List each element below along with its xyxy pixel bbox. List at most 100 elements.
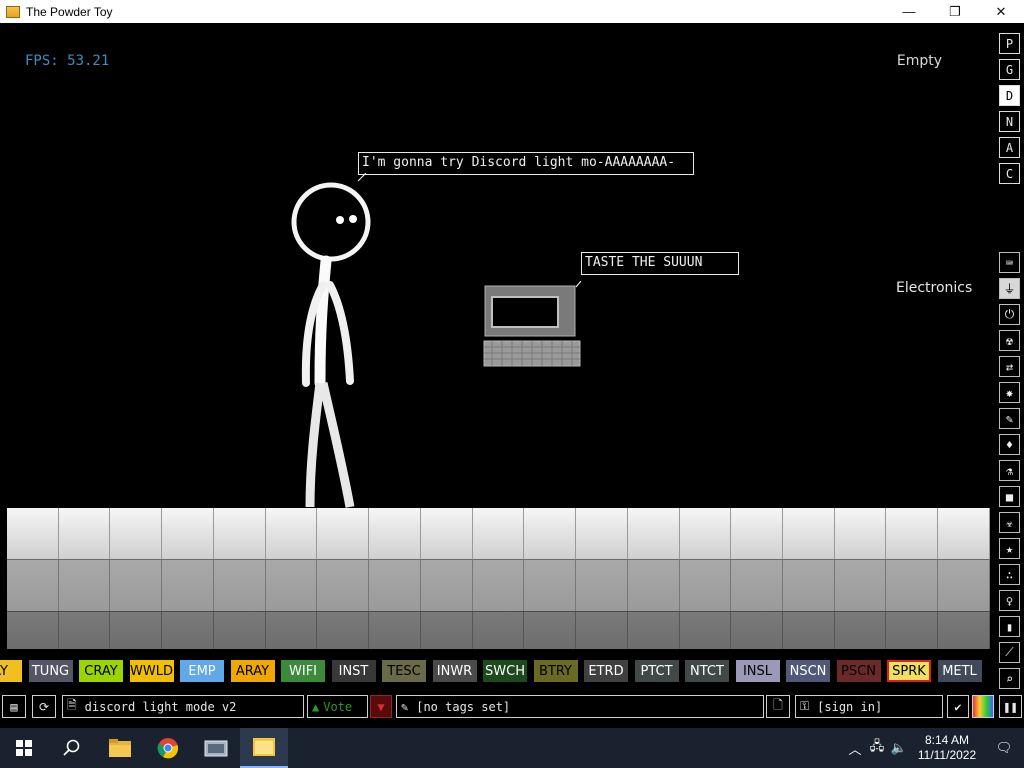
mode-button-g[interactable]: G [999,59,1020,80]
element-button-ntct[interactable]: NTCT [685,660,729,682]
category-button-wand[interactable]: ⟋ [999,642,1020,663]
particles-icon: ∴ [1005,567,1014,582]
settings-button[interactable]: ✔ [947,695,969,718]
brick [420,508,473,559]
brick [679,508,732,559]
category-button-star[interactable]: ★ [999,538,1020,559]
category-button-drop[interactable]: ♦ [999,434,1020,455]
reload-button[interactable]: ⟳ [32,695,56,718]
brick [886,508,939,559]
windows-taskbar: ︿ 🖧 🔈 8:14 AM 11/11/2022 🗨 [0,728,1024,768]
tags-button[interactable]: ✎ [no tags set] [396,695,764,718]
checkmark-icon: ✔ [954,699,962,714]
brick [834,611,887,649]
mode-button-p[interactable]: P [999,33,1020,54]
category-button-arrows[interactable]: ⇄ [999,356,1020,377]
chrome-button[interactable] [144,728,192,768]
sign-text-2[interactable]: TASTE THE SUUUN [581,252,739,275]
category-button-keyboard[interactable]: ⌨ [999,252,1020,273]
volume-icon[interactable]: 🔈 [888,740,910,756]
element-bar: AY TUNG CRAY WWLD EMP ARAY WIFI INST TESC INWR SWC… [0,660,995,683]
simulation-canvas[interactable]: FPS: 53.21 Empty Electronics I'm gonna t… [0,23,995,655]
maximize-button[interactable]: ❐ [932,0,978,23]
vote-down-button[interactable]: ▼ [370,695,392,718]
category-button-flask[interactable]: ⚗ [999,460,1020,481]
vote-up-button[interactable]: ▲ Vote [307,695,368,718]
powder-toy-taskbar-button[interactable] [240,728,288,768]
element-button-tesc[interactable]: TESC [382,660,426,682]
start-button[interactable] [0,728,48,768]
minimize-button[interactable]: — [886,0,932,23]
close-button[interactable]: ✕ [978,0,1024,23]
brick [58,508,111,559]
clock-date: 11/11/2022 [917,748,977,762]
mode-button-c[interactable]: C [999,163,1020,184]
element-button-sprk[interactable]: SPRK [887,660,931,682]
keyboard-icon: ⌨ [1005,255,1014,270]
element-button-swch[interactable]: SWCH [483,660,527,682]
tags-label: [no tags set] [416,699,511,714]
brick-ground [7,508,990,649]
app-window-button[interactable] [192,728,240,768]
category-button-bulb[interactable]: ♀ [999,590,1020,611]
element-button-wwld[interactable]: WWLD [129,660,174,682]
mode-button-d[interactable]: D [999,85,1020,106]
brick [938,559,990,611]
open-save-button[interactable]: ▤ [2,695,26,718]
brick [731,508,784,559]
element-button-metl[interactable]: METL [937,660,982,682]
element-button-etrd[interactable]: ETRD [584,660,628,682]
element-button-ptct[interactable]: PTCT [634,660,679,682]
chevron-up-icon[interactable]: ︿ [844,739,866,758]
category-button-radiation[interactable]: ☢ [999,330,1020,351]
system-tray: ︿ 🖧 🔈 8:14 AM 11/11/2022 🗨 [844,728,1024,768]
network-icon[interactable]: 🖧 [866,737,888,759]
brick [524,611,577,649]
brick [213,611,266,649]
category-button-pen[interactable]: ✎ [999,408,1020,429]
reload-icon: ⟳ [38,699,50,714]
element-button-insl[interactable]: INSL [735,660,780,682]
category-button-particles[interactable]: ∴ [999,564,1020,585]
sign-in-button[interactable]: ⚿ [sign in] [795,695,943,718]
new-page-icon: 🗋 [773,698,783,712]
notifications-icon[interactable]: 🗨 [984,740,1024,756]
category-button-bookmark[interactable]: ▮ [999,616,1020,637]
wand-icon: ⟋ [1005,645,1014,659]
clock[interactable]: 8:14 AM 11/11/2022 [910,733,984,763]
save-name-button[interactable]: 🗎 discord light mode v2 [62,695,304,718]
element-button-btry[interactable]: BTRY [533,660,578,682]
element-button-aray[interactable]: ARAY [230,660,275,682]
mode-button-a[interactable]: A [999,137,1020,158]
category-button-power[interactable]: ⏻ [999,304,1020,325]
search-button[interactable] [48,728,96,768]
category-button-hazard[interactable]: ☣ [999,512,1020,533]
element-button-inst[interactable]: INST [331,660,376,682]
new-simulation-button[interactable]: 🗋 [766,695,790,718]
file-explorer-button[interactable] [96,728,144,768]
render-options-button[interactable] [972,695,994,718]
plug-icon: ⏚ [1003,282,1016,296]
element-button-pscn[interactable]: PSCN [836,660,881,682]
mode-button-n[interactable]: N [999,111,1020,132]
sign-text-1[interactable]: I'm gonna try Discord light mo-AAAAAAAA- [358,152,694,175]
brick [679,559,732,611]
element-button-tung[interactable]: TUNG [28,660,73,682]
brick [265,508,318,559]
element-button-cray[interactable]: CRAY [79,660,123,682]
category-button-explosion[interactable]: ✸ [999,382,1020,403]
category-button-square[interactable]: ■ [999,486,1020,507]
element-button-ay[interactable]: AY [0,660,22,682]
category-button-plug[interactable]: ⏚ [999,278,1020,299]
chrome-icon [157,738,179,759]
pause-button[interactable]: ❚❚ [999,695,1022,718]
brick [369,611,421,649]
brick [369,508,421,559]
element-button-wifi[interactable]: WIFI [281,660,325,682]
brick [265,611,318,649]
element-button-nscn[interactable]: NSCN [786,660,830,682]
window-titlebar: The Powder Toy — ❐ ✕ [0,0,1024,23]
category-button-search[interactable]: ⌕ [999,668,1020,689]
element-button-inwr[interactable]: INWR [432,660,477,682]
element-button-emp[interactable]: EMP [180,660,224,682]
